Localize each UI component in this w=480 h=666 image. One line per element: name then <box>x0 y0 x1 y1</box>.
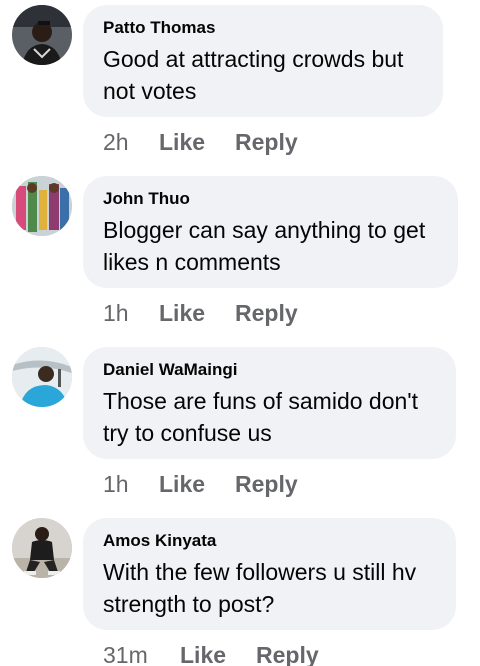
reply-button[interactable]: Reply <box>235 299 298 327</box>
comment-text: Blogger can say anything to get likes n … <box>103 217 426 275</box>
comment-bubble: Patto Thomas Good at attracting crowds b… <box>83 5 443 117</box>
like-button[interactable]: Like <box>159 128 205 156</box>
profile-photo-icon <box>12 518 72 578</box>
comment-time[interactable]: 1h <box>103 470 159 498</box>
comment-text: Those are funs of samido don't try to co… <box>103 388 419 446</box>
profile-photo-icon <box>12 176 72 236</box>
avatar[interactable] <box>12 5 72 65</box>
comment-time[interactable]: 1h <box>103 299 159 327</box>
comment-author[interactable]: Amos Kinyata <box>103 530 436 552</box>
like-button[interactable]: Like <box>159 299 205 327</box>
comment-bubble: John Thuo Blogger can say anything to ge… <box>83 176 458 288</box>
comment-time[interactable]: 2h <box>103 128 159 156</box>
like-button[interactable]: Like <box>159 470 205 498</box>
comment-time[interactable]: 31m <box>103 641 180 666</box>
avatar[interactable] <box>12 176 72 236</box>
comment-bubble: Amos Kinyata With the few followers u st… <box>83 518 456 630</box>
reply-button[interactable]: Reply <box>256 641 319 666</box>
comment-actions: 31m Like Reply <box>103 641 319 666</box>
comment-author[interactable]: Daniel WaMaingi <box>103 359 436 381</box>
comment-text: With the few followers u still hv streng… <box>103 559 417 617</box>
comment-bubble: Daniel WaMaingi Those are funs of samido… <box>83 347 456 459</box>
avatar[interactable] <box>12 518 72 578</box>
like-button[interactable]: Like <box>180 641 226 666</box>
comment-actions: 1h Like Reply <box>103 299 298 327</box>
comment-actions: 1h Like Reply <box>103 470 298 498</box>
comment-text: Good at attracting crowds but not votes <box>103 46 404 104</box>
reply-button[interactable]: Reply <box>235 128 298 156</box>
comment-actions: 2h Like Reply <box>103 128 298 156</box>
comment-author[interactable]: Patto Thomas <box>103 17 423 39</box>
comment-author[interactable]: John Thuo <box>103 188 438 210</box>
reply-button[interactable]: Reply <box>235 470 298 498</box>
profile-photo-icon <box>12 5 72 65</box>
avatar[interactable] <box>12 347 72 407</box>
profile-photo-icon <box>12 347 72 407</box>
